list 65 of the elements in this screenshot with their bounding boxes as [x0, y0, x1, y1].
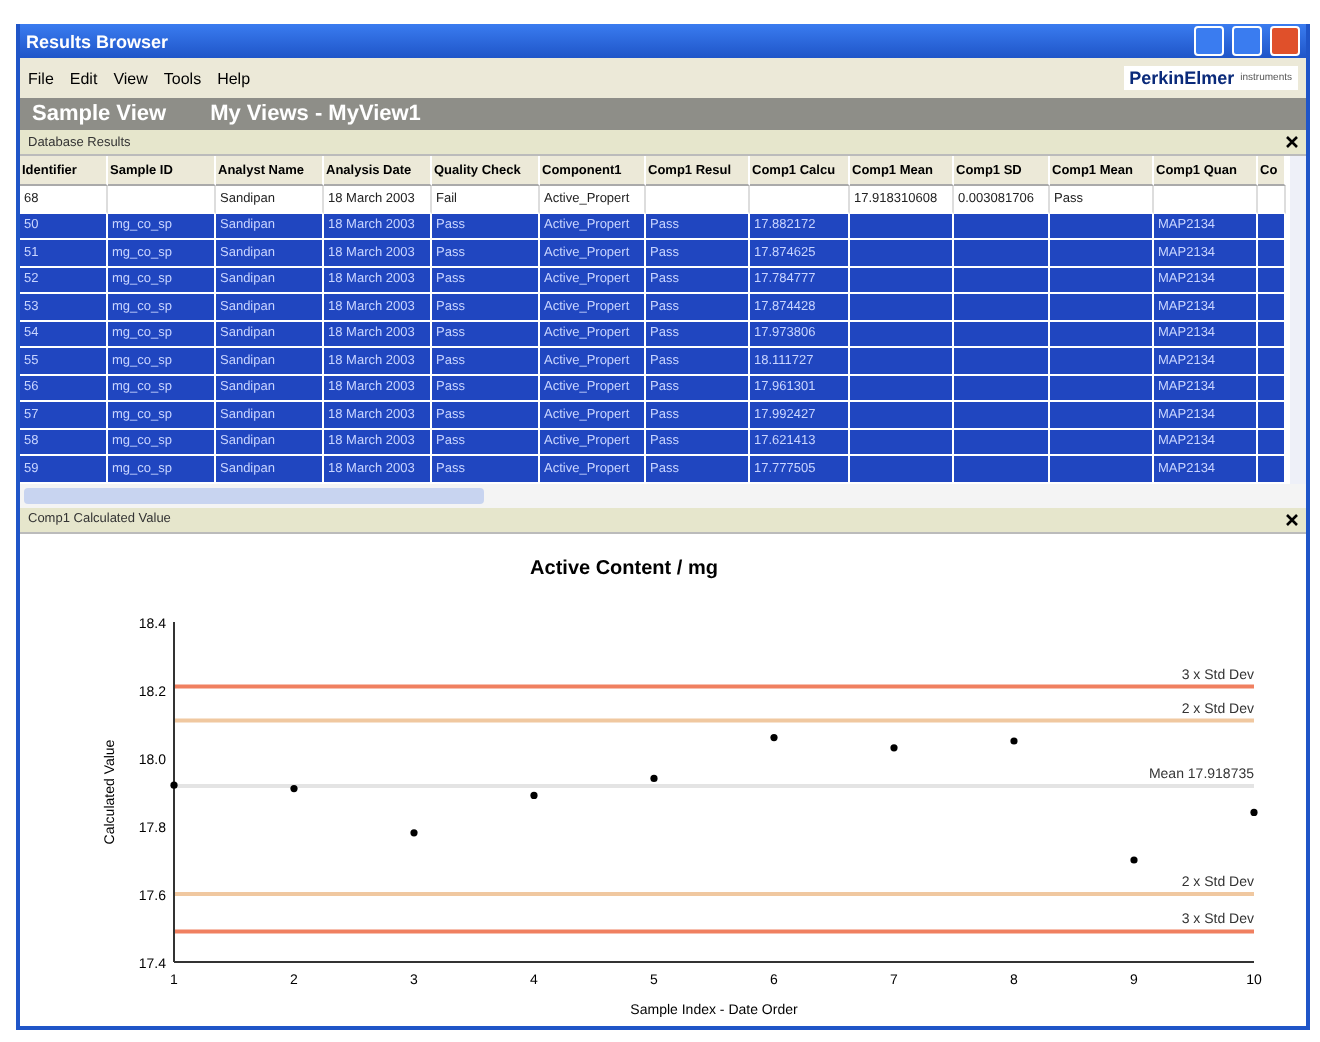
close-button[interactable] — [1270, 26, 1300, 56]
table-cell — [1050, 267, 1154, 294]
table-cell — [1258, 375, 1286, 402]
table-cell — [1050, 402, 1154, 429]
chart-title: Active Content / mg — [529, 557, 717, 579]
close-icon[interactable] — [1286, 513, 1298, 525]
table-cell — [850, 240, 954, 267]
table-cell — [1258, 429, 1286, 456]
table-cell — [850, 456, 954, 483]
table-cell — [850, 294, 954, 321]
table-cell — [954, 456, 1050, 483]
menu-item[interactable]: File — [28, 69, 54, 87]
table-cell — [1258, 294, 1286, 321]
close-icon[interactable] — [1286, 136, 1298, 148]
menu-item[interactable]: Edit — [69, 69, 98, 87]
horizontal-scrollbar[interactable] — [20, 483, 1306, 507]
table-cell — [954, 213, 1050, 240]
data-point — [889, 743, 897, 751]
table-cell — [1050, 429, 1154, 456]
maximize-button[interactable] — [1232, 26, 1262, 56]
table-cell — [1258, 402, 1286, 429]
data-point — [649, 773, 657, 781]
view-title: Sample View — [32, 102, 167, 126]
vertical-scrollbar[interactable] — [1290, 156, 1306, 483]
data-point — [409, 828, 417, 836]
table-cell — [1050, 213, 1154, 240]
table-cell — [850, 429, 954, 456]
table-cell — [954, 348, 1050, 375]
table-cell — [954, 294, 1050, 321]
table-cell — [850, 402, 954, 429]
data-point — [1249, 807, 1257, 815]
window-title: Results Browser — [26, 31, 171, 51]
data-point — [289, 784, 297, 792]
data-point — [769, 733, 777, 741]
table-cell — [954, 240, 1050, 267]
table-cell — [1050, 321, 1154, 348]
table-cell — [1258, 321, 1286, 348]
table-cell — [1050, 375, 1154, 402]
menu-item[interactable]: View — [113, 69, 148, 87]
table-cell — [850, 348, 954, 375]
table-cell — [850, 321, 954, 348]
table-cell — [1258, 267, 1286, 294]
menu-item[interactable]: Help — [217, 69, 251, 87]
table-cell — [1258, 240, 1286, 267]
table-cell — [1258, 456, 1286, 483]
table-cell — [1050, 240, 1154, 267]
table-cell — [954, 402, 1050, 429]
data-point — [1009, 736, 1017, 744]
data-point — [169, 780, 177, 788]
table-cell — [850, 375, 954, 402]
data-point — [529, 790, 537, 798]
minimize-button[interactable] — [1194, 26, 1224, 56]
table-cell — [850, 213, 954, 240]
data-point — [1129, 855, 1137, 863]
view-subtitle: My Views - MyView1 — [210, 102, 421, 126]
menu-item[interactable]: Tools — [163, 69, 202, 87]
table-cell — [954, 267, 1050, 294]
table-cell — [954, 375, 1050, 402]
table-cell — [1258, 348, 1286, 375]
table-cell — [1050, 456, 1154, 483]
table-cell — [1050, 294, 1154, 321]
table-cell — [1050, 348, 1154, 375]
table-cell — [954, 321, 1050, 348]
table-cell — [850, 267, 954, 294]
table-cell — [954, 429, 1050, 456]
